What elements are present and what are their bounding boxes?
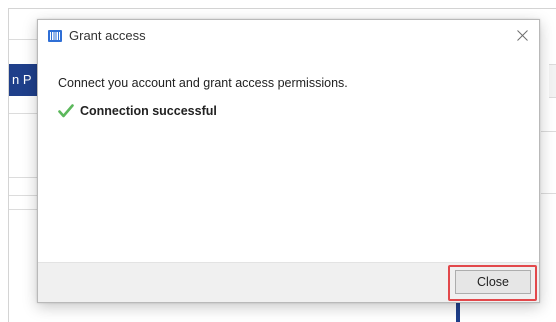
background-divider — [9, 113, 39, 114]
close-x-icon[interactable] — [514, 27, 530, 43]
background-divider — [9, 195, 39, 196]
background-divider — [541, 131, 556, 132]
background-panel — [549, 64, 556, 98]
dialog-body: Connect you account and grant access per… — [38, 54, 539, 264]
grant-access-dialog: Grant access Connect you account and gra… — [37, 19, 540, 303]
background-column-header: n P — [9, 64, 39, 96]
connection-status: Connection successful — [58, 104, 217, 118]
screen: n P Grant access Connect you account and… — [0, 0, 556, 322]
dialog-titlebar[interactable]: Grant access — [38, 20, 539, 54]
background-divider — [9, 209, 39, 210]
status-text: Connection successful — [80, 104, 217, 118]
instruction-text: Connect you account and grant access per… — [58, 76, 348, 90]
green-check-icon — [58, 104, 74, 118]
background-divider — [9, 39, 39, 40]
background-divider — [541, 193, 556, 194]
dialog-footer: Close — [38, 262, 539, 302]
barcode-app-icon — [48, 30, 62, 42]
dialog-title: Grant access — [69, 28, 146, 43]
close-button[interactable]: Close — [455, 270, 531, 294]
background-divider — [9, 177, 39, 178]
